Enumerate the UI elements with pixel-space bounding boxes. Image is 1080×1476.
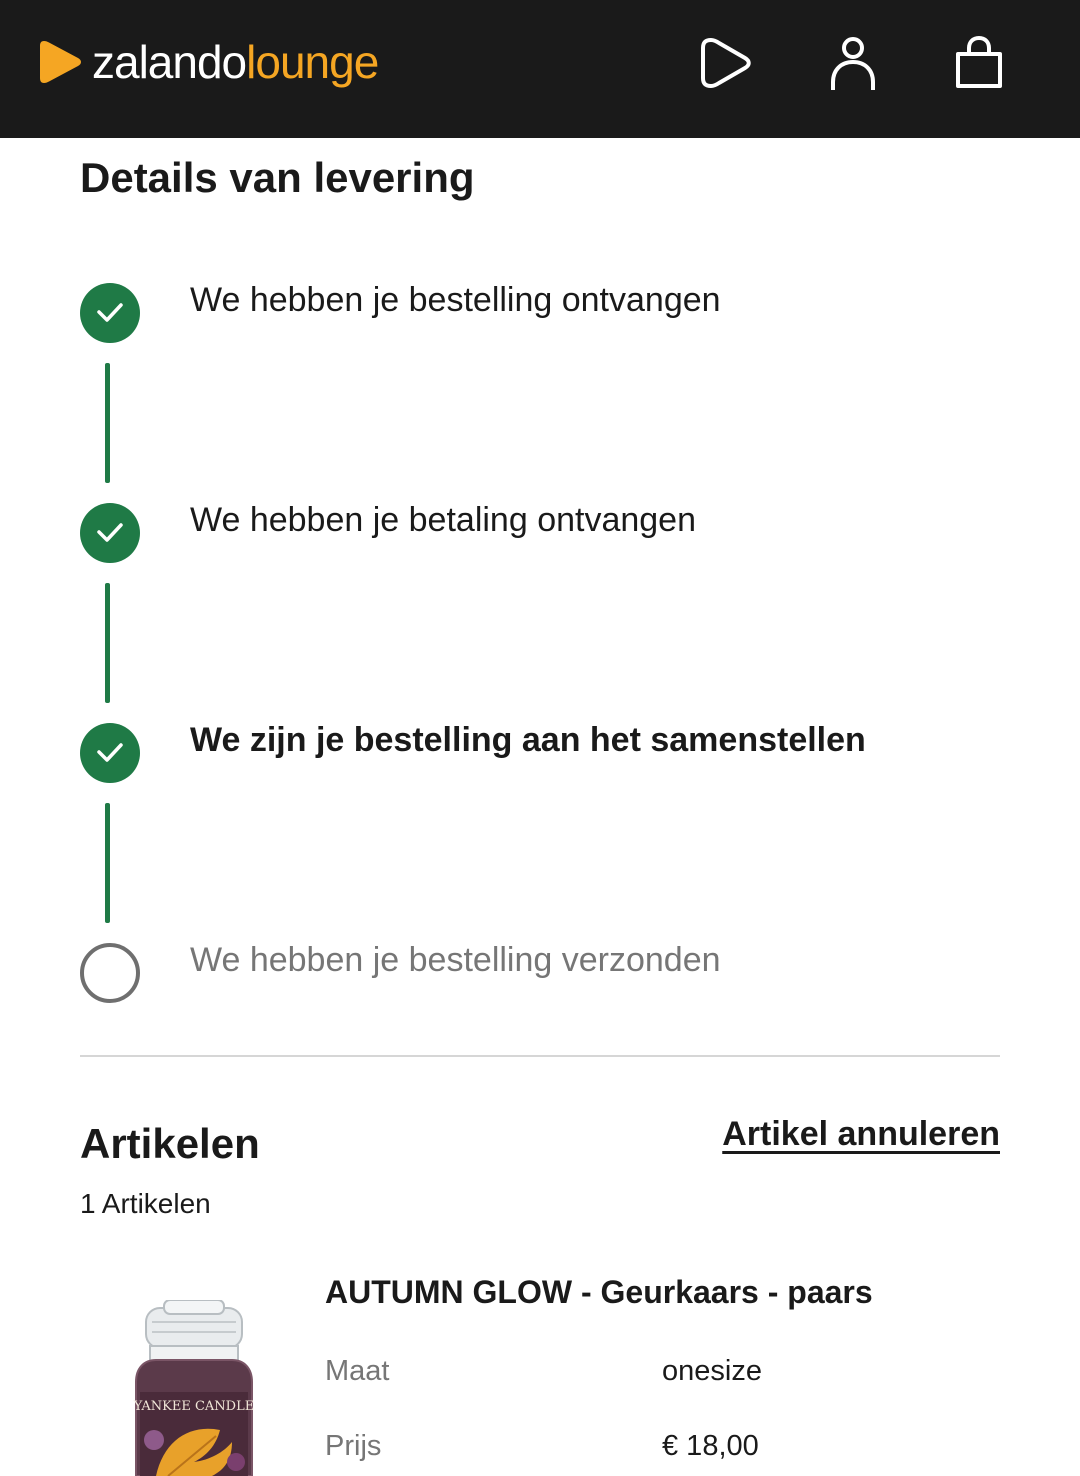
- brand-name: zalandolounge: [92, 34, 379, 90]
- zalando-logo-mark-icon: [40, 41, 81, 83]
- timeline-step-order-received: We hebben je bestelling ontvangen: [80, 281, 1000, 345]
- timeline-connector: [105, 363, 110, 483]
- size-label: Maat: [325, 1355, 390, 1387]
- brand-name-part1: zalando: [92, 36, 247, 88]
- step-completed-check-icon: [80, 723, 140, 783]
- product-image[interactable]: YANKEE CANDLE: [120, 1299, 268, 1476]
- step-completed-check-icon: [80, 503, 140, 563]
- step-label: We hebben je bestelling ontvangen: [190, 281, 721, 319]
- articles-count: 1 Artikelen: [80, 1188, 211, 1219]
- timeline-step-assembling: We zijn je bestelling aan het samenstell…: [80, 721, 1000, 785]
- timeline-connector: [105, 803, 110, 923]
- step-label-pending: We hebben je bestelling verzonden: [190, 941, 721, 979]
- section-divider: [80, 1055, 1000, 1057]
- step-pending-circle-icon: [80, 943, 140, 1003]
- size-value: onesize: [662, 1355, 762, 1387]
- top-navigation-bar: zalandolounge: [0, 0, 1080, 138]
- timeline-step-payment-received: We hebben je betaling ontvangen: [80, 501, 1000, 565]
- product-name[interactable]: AUTUMN GLOW - Geurkaars - paars: [325, 1270, 873, 1314]
- cancel-article-link[interactable]: Artikel annuleren: [722, 1110, 1000, 1158]
- zalando-lounge-logo[interactable]: zalandolounge: [38, 34, 379, 90]
- price-value: € 18,00: [662, 1430, 759, 1462]
- articles-title: Artikelen: [80, 1120, 260, 1167]
- shopping-bag-icon[interactable]: [949, 32, 1009, 94]
- page-title: Details van levering: [80, 154, 475, 201]
- price-label: Prijs: [325, 1430, 382, 1462]
- user-icon[interactable]: [823, 32, 883, 94]
- step-completed-check-icon: [80, 283, 140, 343]
- timeline-connector: [105, 583, 110, 703]
- brand-name-part2: lounge: [246, 36, 379, 88]
- candle-brand-label: YANKEE CANDLE: [133, 1399, 254, 1414]
- play-icon[interactable]: [697, 32, 757, 94]
- step-label: We hebben je betaling ontvangen: [190, 501, 696, 539]
- step-label-current: We zijn je bestelling aan het samenstell…: [190, 721, 866, 759]
- timeline-step-shipped: We hebben je bestelling verzonden: [80, 941, 1000, 1005]
